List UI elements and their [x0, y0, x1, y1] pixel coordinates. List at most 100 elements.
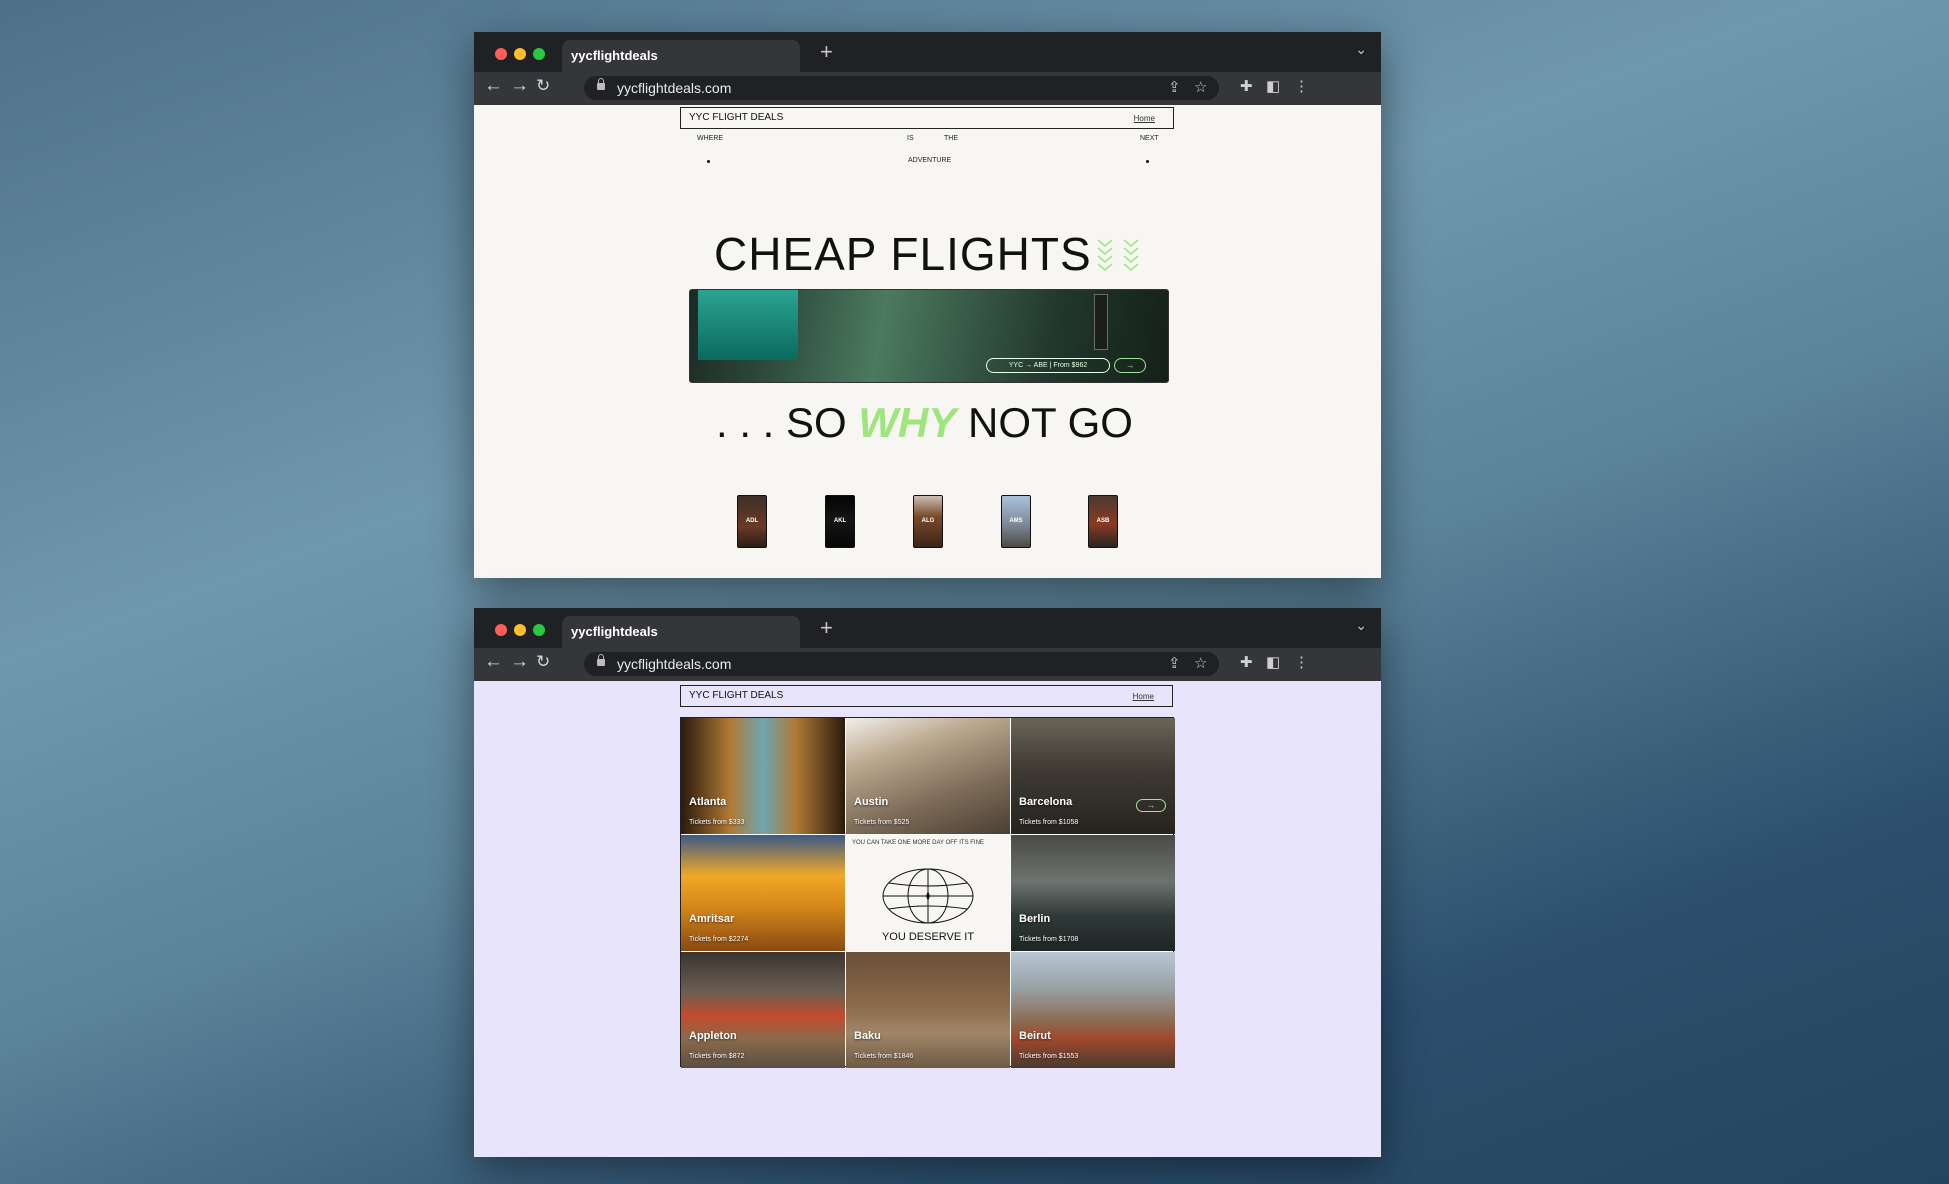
- tagline-dot: [1146, 160, 1149, 163]
- card-city: Berlin: [1019, 913, 1051, 925]
- chevrons-down-icon: [1097, 239, 1139, 271]
- page-content: YYC FLIGHT DEALS Home WHERE IS THE NEXT …: [474, 105, 1381, 578]
- destination-thumbnail[interactable]: ADL: [737, 495, 767, 548]
- why-suffix: NOT GO: [968, 399, 1133, 446]
- site-brand[interactable]: YYC FLIGHT DEALS: [689, 690, 783, 701]
- promo-bottom-text: YOU DESERVE IT: [881, 931, 975, 943]
- star-icon[interactable]: ☆: [1194, 78, 1207, 96]
- thumbnail-label: AMS: [1009, 518, 1023, 524]
- tagline-word: NEXT: [1140, 135, 1159, 142]
- card-price: Tickets from $525: [854, 819, 910, 826]
- card-price: Tickets from $1846: [854, 1053, 914, 1060]
- destination-card[interactable]: Barcelona Tickets from $1058 →: [1011, 718, 1175, 834]
- thumbnail-label: AKL: [833, 518, 847, 524]
- zoom-window-button[interactable]: [533, 624, 545, 636]
- browser-window-destinations: yycflightdeals + ⌄ ← → ↻ yycflightdeals.…: [474, 608, 1381, 1157]
- side-panel-icon[interactable]: ◧: [1266, 653, 1280, 671]
- card-price: Tickets from $333: [689, 819, 745, 826]
- extensions-puzzle-icon[interactable]: ✚: [1240, 77, 1253, 95]
- extensions-puzzle-icon[interactable]: ✚: [1240, 653, 1253, 671]
- destination-card[interactable]: Appleton Tickets from $872: [681, 952, 845, 1068]
- card-city: Amritsar: [689, 913, 735, 925]
- more-menu-icon[interactable]: ⋮: [1294, 653, 1309, 671]
- hero-image: YYC → ABE | From $962 →: [689, 289, 1169, 383]
- minimize-window-button[interactable]: [514, 624, 526, 636]
- address-bar[interactable]: yycflightdeals.com ⇪ ☆: [584, 652, 1219, 676]
- destination-card[interactable]: Amritsar Tickets from $2274: [681, 835, 845, 951]
- tagline-word: WHERE: [697, 135, 724, 142]
- card-price: Tickets from $872: [689, 1053, 745, 1060]
- window-controls: [495, 48, 545, 60]
- page-content: YYC FLIGHT DEALS Home Atlanta Tickets fr…: [474, 681, 1381, 1157]
- new-tab-icon[interactable]: +: [820, 39, 833, 65]
- hero-image-pillar: [1094, 294, 1108, 350]
- card-price: Tickets from $1553: [1019, 1053, 1079, 1060]
- minimize-window-button[interactable]: [514, 48, 526, 60]
- hero-image-detail: [698, 290, 798, 360]
- destination-card[interactable]: Atlanta Tickets from $333: [681, 718, 845, 834]
- share-icon[interactable]: ⇪: [1168, 654, 1181, 672]
- deal-arrow-button[interactable]: →: [1114, 358, 1146, 373]
- tab-bar: yycflightdeals + ⌄: [474, 32, 1381, 72]
- browser-toolbar: ← → ↻ yycflightdeals.com ⇪ ☆ ✚ ◧ ⋮: [474, 72, 1381, 105]
- tagline-dot: [707, 160, 710, 163]
- card-city: Beirut: [1019, 1030, 1051, 1042]
- hero-title: CHEAP FLIGHTS: [714, 228, 1092, 280]
- destination-thumbnail[interactable]: ASB: [1088, 495, 1118, 548]
- chevron-down-icon[interactable]: ⌄: [1355, 41, 1367, 58]
- chevron-down-icon[interactable]: ⌄: [1355, 617, 1367, 634]
- deal-pill[interactable]: YYC → ABE | From $962: [986, 358, 1110, 373]
- side-panel-icon[interactable]: ◧: [1266, 77, 1280, 95]
- new-tab-icon[interactable]: +: [820, 615, 833, 641]
- reload-icon[interactable]: ↻: [536, 652, 550, 672]
- back-arrow-icon[interactable]: ←: [484, 75, 503, 97]
- destination-thumbnail[interactable]: AMS: [1001, 495, 1031, 548]
- star-icon[interactable]: ☆: [1194, 654, 1207, 672]
- site-header: YYC FLIGHT DEALS Home: [680, 685, 1173, 707]
- promo-card: YOU CAN TAKE ONE MORE DAY OFF ITS FINE Y…: [846, 835, 1010, 951]
- back-arrow-icon[interactable]: ←: [484, 651, 503, 673]
- tagline-word: ADVENTURE: [908, 157, 952, 164]
- why-word: WHY: [858, 399, 957, 446]
- card-price: Tickets from $1708: [1019, 936, 1079, 943]
- destination-thumbnail[interactable]: ALG: [913, 495, 943, 548]
- close-window-button[interactable]: [495, 48, 507, 60]
- zoom-window-button[interactable]: [533, 48, 545, 60]
- thumbnail-label: ADL: [745, 518, 759, 524]
- globe-icon: [882, 868, 974, 924]
- card-city: Baku: [854, 1030, 881, 1042]
- address-bar[interactable]: yycflightdeals.com ⇪ ☆: [584, 76, 1219, 100]
- card-price: Tickets from $1058: [1019, 819, 1079, 826]
- card-city: Austin: [854, 796, 889, 808]
- home-link[interactable]: Home: [1133, 692, 1154, 701]
- card-price: Tickets from $2274: [689, 936, 749, 943]
- why-not-go-heading: . . . SO WHY NOT GO: [716, 399, 1133, 447]
- tab-title: yycflightdeals: [571, 624, 658, 639]
- card-arrow-button[interactable]: →: [1136, 799, 1166, 812]
- destination-card[interactable]: Beirut Tickets from $1553: [1011, 952, 1175, 1068]
- lock-icon: [597, 78, 605, 90]
- destination-card[interactable]: Baku Tickets from $1846: [846, 952, 1010, 1068]
- url-text: yycflightdeals.com: [617, 656, 732, 672]
- destination-card[interactable]: Berlin Tickets from $1708: [1011, 835, 1175, 951]
- url-text: yycflightdeals.com: [617, 80, 732, 96]
- browser-tab[interactable]: yycflightdeals: [562, 40, 800, 72]
- tagline-word: THE: [944, 135, 958, 142]
- home-link[interactable]: Home: [1134, 114, 1155, 123]
- card-city: Atlanta: [689, 796, 727, 808]
- forward-arrow-icon[interactable]: →: [510, 75, 529, 97]
- forward-arrow-icon[interactable]: →: [510, 651, 529, 673]
- more-menu-icon[interactable]: ⋮: [1294, 77, 1309, 95]
- card-city: Barcelona: [1019, 796, 1073, 808]
- promo-top-text: YOU CAN TAKE ONE MORE DAY OFF ITS FINE: [852, 840, 984, 846]
- close-window-button[interactable]: [495, 624, 507, 636]
- destination-thumbnail[interactable]: AKL: [825, 495, 855, 548]
- destination-card[interactable]: Austin Tickets from $525: [846, 718, 1010, 834]
- share-icon[interactable]: ⇪: [1168, 78, 1181, 96]
- tab-title: yycflightdeals: [571, 48, 658, 63]
- site-brand[interactable]: YYC FLIGHT DEALS: [689, 112, 783, 123]
- reload-icon[interactable]: ↻: [536, 76, 550, 96]
- browser-tab[interactable]: yycflightdeals: [562, 616, 800, 648]
- thumbnail-label: ASB: [1096, 518, 1110, 524]
- lock-icon: [597, 654, 605, 666]
